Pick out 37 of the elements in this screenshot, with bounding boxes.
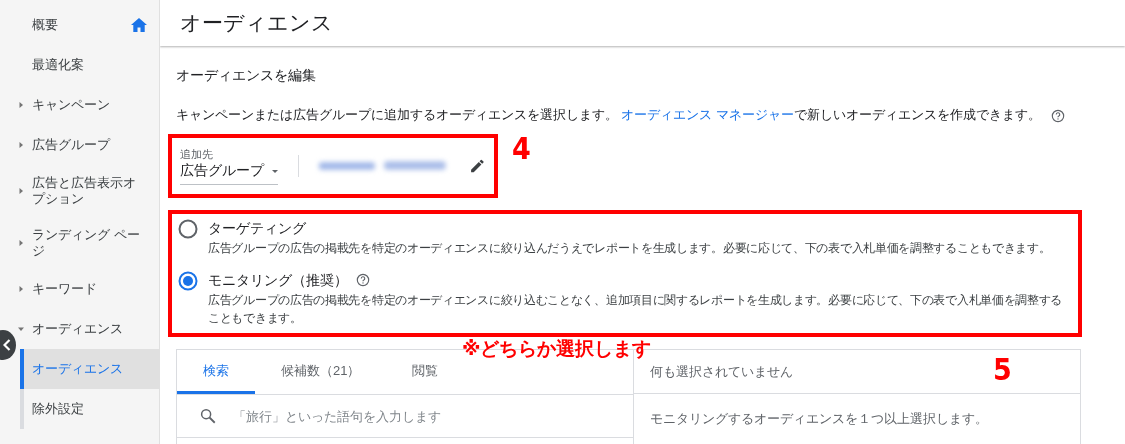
tab[interactable]: 閲覧 [386, 350, 465, 394]
step-number: 4 [512, 134, 531, 164]
sidebar-item[interactable]: オーディエンス [20, 349, 159, 389]
sidebar-item[interactable]: ランディング ページ [16, 217, 159, 269]
step-number: 5 [993, 355, 1012, 385]
caret-icon [272, 168, 278, 174]
search-field[interactable]: 「旅行」といった語句を入力します [231, 407, 615, 425]
annotation-note: ※どちらか選択します [462, 337, 652, 361]
option-label: ターゲティング [208, 219, 306, 238]
section-heading: オーディエンスを編集 [175, 67, 316, 85]
page-title: オーディエンス [180, 10, 333, 36]
chevron-left-icon [3, 339, 11, 351]
option-label: モニタリング（推奨） [208, 271, 348, 290]
sidebar-item[interactable]: キーワード [16, 269, 159, 309]
audience-manager-link[interactable]: オーディエンス マネージャー [621, 108, 794, 122]
sidebar-item[interactable]: キャンペーン [16, 85, 159, 125]
tab[interactable]: 検索 [177, 350, 255, 394]
sidebar-item[interactable]: 広告と広告表示オプション [16, 165, 159, 217]
help-icon[interactable] [356, 273, 370, 287]
sidebar-item[interactable]: オーディエンス [16, 309, 159, 349]
description-text: キャンペーンまたは広告グループに追加するオーディエンスを選択します。 オーディエンス マネージャーで新しいオーディエンスを作成できます。 [176, 107, 1041, 124]
radio-button[interactable] [178, 219, 198, 239]
sidebar-item[interactable]: 広告グループ [16, 125, 159, 165]
radio-button[interactable] [178, 271, 198, 291]
sidebar-item[interactable]: 最適化案 [16, 45, 159, 85]
help-icon[interactable] [1050, 108, 1065, 123]
sidebar-item[interactable]: 除外設定 [20, 389, 159, 429]
home-icon [131, 18, 147, 32]
sidebar-item[interactable]: 概要 [16, 5, 159, 45]
selection-hint: モニタリングするオーディエンスを１つ以上選択します。 [650, 411, 988, 426]
option-description: 広告グループの広告の掲載先を特定のオーディエンスに絞り込んだうえでレポートを生成します。必要に応じて、下の表で入札単価を調整することもできます。 [208, 240, 1051, 257]
add-to-dropdown[interactable]: 追加先 広告グループ [180, 147, 278, 185]
search-icon [199, 407, 217, 425]
option-description: 広告グループの広告の掲載先を特定のオーディエンスに絞り込むことなく、追加項目に関するレポートを生成します。必要に応じて、下の表で入札単価を調整することもできます。 [208, 292, 1064, 327]
pencil-icon[interactable] [469, 157, 486, 175]
selection-status: 何も選択されていません [650, 362, 793, 381]
tab[interactable]: 候補数（21） [255, 350, 387, 394]
